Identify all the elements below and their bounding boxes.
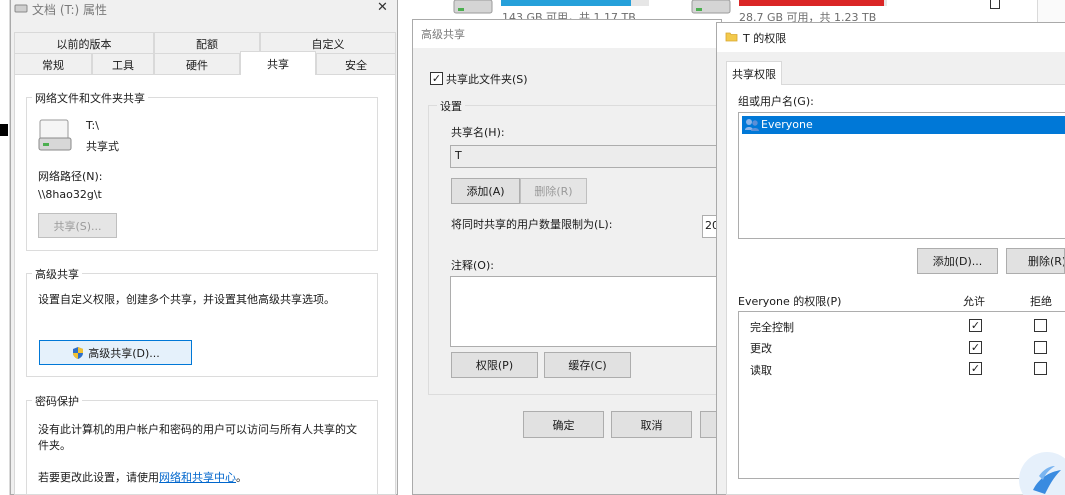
remove-share-button[interactable]: 删除(R) [520, 178, 587, 204]
advanced-sharing-description: 设置自定义权限，创建多个共享，并设置其他高级共享选项。 [38, 293, 335, 306]
assistant-bird-icon[interactable] [1015, 448, 1065, 495]
allow-header: 允许 [963, 295, 985, 308]
password-description-line1: 没有此计算机的用户帐户和密码的用户可以访问与所有人共享的文 [38, 423, 357, 436]
explorer-maximize-button[interactable] [990, 0, 1000, 9]
permissions-header: Everyone 的权限(P) [738, 295, 842, 308]
tab-label: 自定义 [311, 37, 345, 51]
tab-hardware[interactable]: 硬件 [154, 53, 240, 75]
change-setting-prefix: 若要更改此设置，请使用 [38, 471, 159, 484]
hard-drive-icon [691, 0, 731, 14]
drive-small-icon [14, 4, 28, 13]
drive-usage-fill [739, 0, 885, 6]
permission-name-change: 更改 [750, 342, 772, 355]
change-setting-text: 若要更改此设置，请使用网络和共享中心。 [38, 469, 247, 485]
share-name-field[interactable]: T [450, 145, 722, 168]
add-share-button[interactable]: 添加(A) [451, 178, 520, 204]
permissions-title: T 的权限 [743, 32, 787, 45]
tab-security[interactable]: 安全 [316, 53, 396, 75]
tab-previous-versions[interactable]: 以前的版本 [14, 32, 154, 54]
tab-label: 硬件 [186, 58, 208, 72]
explorer-left-strip [0, 0, 10, 495]
user-name: Everyone [761, 118, 813, 131]
allow-full-control-checkbox[interactable]: ✓ [969, 319, 982, 332]
tab-label: 以前的版本 [56, 37, 112, 51]
properties-title: 文档 (T:) 属性 [32, 3, 108, 17]
hard-drive-icon [453, 0, 493, 14]
deny-full-control-checkbox[interactable] [1034, 319, 1047, 332]
group-title: 密码保护 [32, 393, 82, 409]
share-button[interactable]: 共享(S)... [38, 213, 117, 238]
shield-icon [73, 346, 84, 359]
group-title: 网络文件和文件夹共享 [32, 90, 148, 106]
explorer-scrollbar[interactable] [1037, 0, 1065, 22]
drive-usage-bar [739, 0, 887, 6]
network-sharing-center-link[interactable]: 网络和共享中心 [159, 471, 236, 484]
permission-name-read: 读取 [750, 364, 772, 377]
tab-tools[interactable]: 工具 [92, 53, 154, 75]
share-state: 共享式 [86, 140, 119, 153]
user-list-item-everyone[interactable]: Everyone [742, 116, 1065, 134]
advanced-sharing-button[interactable]: 高级共享(D)... [39, 340, 192, 365]
tab-sharing[interactable]: 共享 [240, 51, 316, 75]
add-user-button[interactable]: 添加(D)... [917, 248, 998, 274]
change-setting-suffix: 。 [236, 471, 247, 484]
tab-label: 工具 [112, 58, 134, 72]
share-name-label: 共享名(H): [451, 126, 505, 139]
hard-drive-icon [38, 119, 72, 151]
deny-read-checkbox[interactable] [1034, 362, 1047, 375]
remove-user-button[interactable]: 删除(R) [1006, 248, 1065, 274]
password-description-line2: 件夹。 [38, 439, 71, 452]
ok-button[interactable]: 确定 [523, 411, 604, 438]
deny-header: 拒绝 [1030, 295, 1052, 308]
tab-label: 配额 [196, 37, 218, 51]
folder-icon [725, 32, 738, 42]
tab-label: 共享权限 [732, 67, 776, 81]
network-path-value: \\8hao32g\t [38, 188, 102, 201]
permission-name-full-control: 完全控制 [750, 321, 794, 334]
cancel-button[interactable]: 取消 [611, 411, 692, 438]
drive-usage-fill [501, 0, 632, 6]
settings-group-title: 设置 [437, 98, 465, 114]
comment-label: 注释(O): [451, 259, 494, 272]
button-label: 高级共享(D)... [88, 346, 160, 360]
allow-read-checkbox[interactable]: ✓ [969, 362, 982, 375]
share-folder-checkbox[interactable]: ✓ [430, 72, 443, 85]
cache-button[interactable]: 缓存(C) [544, 352, 631, 378]
tab-share-permissions[interactable]: 共享权限 [726, 61, 782, 85]
explorer-left-mark [0, 124, 8, 136]
comment-field[interactable] [450, 276, 722, 347]
share-folder-label: 共享此文件夹(S) [446, 73, 528, 86]
allow-change-checkbox[interactable]: ✓ [969, 341, 982, 354]
network-path-label: 网络路径(N): [38, 170, 103, 183]
drive-name: T:\ [86, 119, 99, 132]
deny-change-checkbox[interactable] [1034, 341, 1047, 354]
close-icon[interactable]: ✕ [377, 0, 388, 15]
group-user-label: 组或用户名(G): [738, 95, 814, 108]
tab-label: 安全 [345, 58, 367, 72]
tab-general[interactable]: 常规 [14, 53, 92, 75]
group-title: 高级共享 [32, 266, 82, 282]
user-limit-label: 将同时共享的用户数量限制为(L): [451, 218, 613, 231]
users-icon [745, 119, 759, 131]
drive-usage-bar [501, 0, 649, 6]
permissions-button[interactable]: 权限(P) [451, 352, 538, 378]
tab-label: 共享 [267, 57, 289, 71]
tab-label: 常规 [42, 58, 64, 72]
advanced-sharing-title: 高级共享 [421, 28, 465, 41]
